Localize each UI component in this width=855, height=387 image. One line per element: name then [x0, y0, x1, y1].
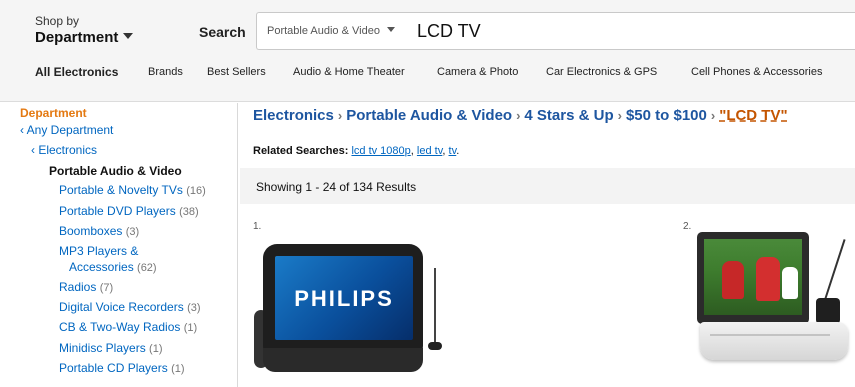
nav-best-sellers[interactable]: Best Sellers — [207, 66, 266, 78]
current-category: Portable Audio & Video — [49, 164, 182, 178]
antenna-icon — [822, 239, 846, 307]
result-number: 2. — [683, 221, 692, 232]
breadcrumb-separator: › — [617, 108, 622, 123]
antenna-base — [816, 298, 840, 324]
antenna-icon — [434, 268, 436, 346]
category-nav: All Electronics Brands Best Sellers Audi… — [0, 58, 855, 88]
any-department-link[interactable]: ‹ Any Department — [20, 123, 113, 137]
department-heading: Department — [20, 106, 87, 120]
category-portable-dvd-players[interactable]: Portable DVD Players (38) — [59, 203, 199, 220]
nav-camera-photo[interactable]: Camera & Photo — [437, 66, 518, 78]
category-boomboxes[interactable]: Boomboxes (3) — [59, 223, 139, 240]
dvd-screen — [704, 239, 802, 315]
shop-by-department-menu[interactable]: Shop by Department — [35, 14, 134, 47]
antenna-base — [428, 342, 442, 350]
screen-figure — [782, 267, 798, 299]
dvd-base-line — [710, 334, 830, 336]
tv-body: PHILIPS — [263, 244, 423, 356]
search-bar: Portable Audio & Video — [256, 12, 855, 50]
chevron-down-icon — [386, 27, 395, 32]
screen-figure — [722, 261, 744, 299]
related-link-led-tv[interactable]: led tv — [417, 145, 442, 157]
related-searches-label: Related Searches: — [253, 145, 349, 157]
breadcrumb-separator: › — [516, 108, 521, 123]
related-link-lcd-tv-1080p[interactable]: lcd tv 1080p — [351, 145, 410, 157]
breadcrumb-price-range[interactable]: $50 to $100 — [626, 107, 707, 124]
department-sidebar: Department ‹ Any Department ‹ Electronic… — [0, 103, 238, 387]
department-label: Department — [35, 28, 134, 47]
header: Shop by Department Search Portable Audio… — [0, 0, 855, 102]
category-radios[interactable]: Radios (7) — [59, 279, 113, 296]
tv-screen: PHILIPS — [275, 256, 413, 340]
dvd-lid — [697, 232, 809, 324]
search-scope-dropdown[interactable]: Portable Audio & Video — [257, 13, 413, 49]
results-count: Showing 1 - 24 of 134 Results — [256, 180, 417, 194]
breadcrumb-separator: › — [710, 108, 716, 123]
nav-audio-home-theater[interactable]: Audio & Home Theater — [293, 66, 405, 78]
breadcrumb-separator: › — [337, 108, 343, 123]
breadcrumb: Electronics › Portable Audio & Video › 4 Sta… — [253, 107, 788, 124]
shop-by-label: Shop by — [35, 14, 80, 28]
brand-logo: PHILIPS — [294, 286, 394, 311]
breadcrumb-4-stars-up[interactable]: 4 Stars & Up — [524, 107, 613, 124]
nav-cell-phones-accessories[interactable]: Cell Phones & Accessories — [691, 66, 822, 78]
related-searches: Related Searches: lcd tv 1080p, led tv, … — [253, 145, 460, 157]
electronics-link[interactable]: ‹ Electronics — [31, 143, 97, 157]
caret-down-icon — [123, 33, 134, 39]
search-label: Search — [199, 24, 246, 40]
result-number: 1. — [253, 221, 262, 232]
results-count-bar: Showing 1 - 24 of 134 Results — [240, 168, 855, 204]
nav-car-electronics-gps[interactable]: Car Electronics & GPS — [546, 66, 657, 78]
nav-all-electronics[interactable]: All Electronics — [35, 65, 118, 79]
breadcrumb-electronics[interactable]: Electronics — [253, 107, 334, 124]
category-mp3-players-accessories[interactable]: MP3 Players & Accessories (62) — [59, 243, 157, 276]
product-image-philips-tv[interactable]: PHILIPS — [254, 240, 450, 380]
breadcrumb-query[interactable]: "LCD TV" — [719, 107, 787, 124]
screen-figure — [756, 257, 780, 301]
category-minidisc-players[interactable]: Minidisc Players (1) — [59, 340, 163, 357]
tv-bottom-bezel — [263, 348, 423, 372]
category-cb-two-way-radios[interactable]: CB & Two-Way Radios (1) — [59, 319, 197, 336]
category-digital-voice-recorders[interactable]: Digital Voice Recorders (3) — [59, 299, 201, 316]
product-image-portable-dvd-player[interactable] — [694, 228, 855, 387]
search-input[interactable] — [417, 16, 837, 46]
category-portable-novelty-tvs[interactable]: Portable & Novelty TVs (16) — [59, 182, 206, 199]
nav-brands[interactable]: Brands — [148, 66, 183, 78]
related-link-tv[interactable]: tv — [449, 145, 457, 157]
breadcrumb-portable-audio-video[interactable]: Portable Audio & Video — [346, 107, 512, 124]
dvd-base — [700, 322, 848, 360]
category-portable-cd-players[interactable]: Portable CD Players (1) — [59, 360, 185, 377]
